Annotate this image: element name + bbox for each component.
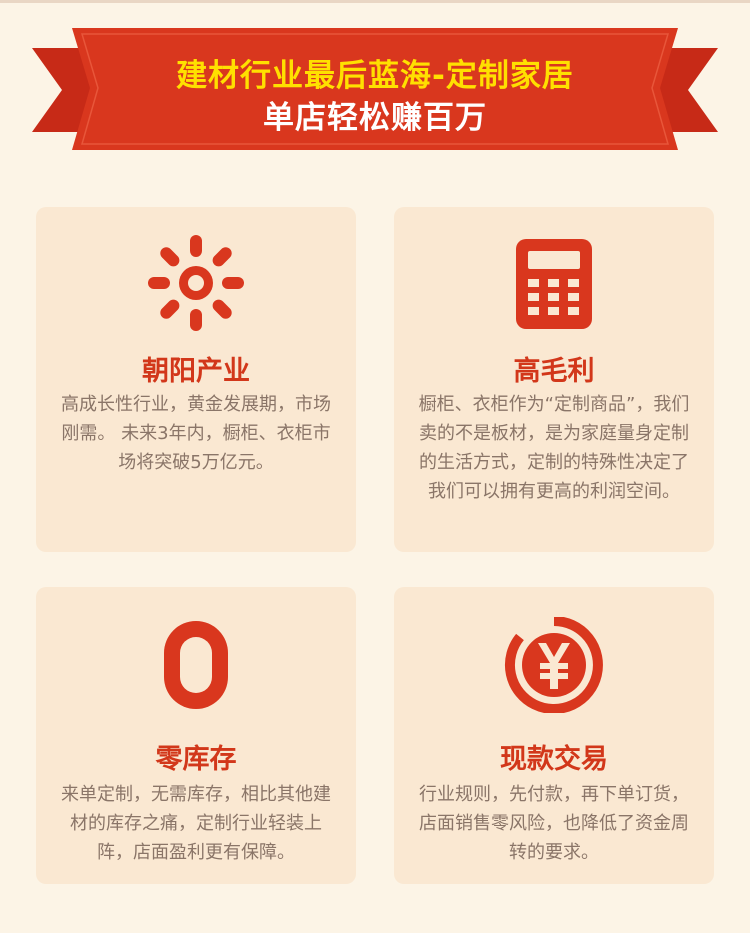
card-description: 来单定制，无需库存，相比其他建材的库存之痛，定制行业轻装上阵，店面盈利更有保障。 — [61, 784, 331, 863]
card-title: 朝阳产业 — [142, 356, 250, 387]
card-title: 现款交易 — [500, 744, 608, 775]
feature-card-margin: 高毛利 橱柜、衣柜作为“定制商品”，我们卖的不是板材，是为家庭量身定制的生活方式… — [394, 207, 714, 552]
feature-card-sunrise: 朝阳产业 高成长性行业，黄金发展期，市场刚需。 未来3年内，橱柜、衣柜市场将突破… — [36, 207, 356, 552]
banner-subtitle: 单店轻松赚百万 — [263, 100, 487, 136]
header-banner: 建材行业最后蓝海-定制家居 单店轻松赚百万 — [0, 20, 750, 160]
card-description: 行业规则，先付款，再下单订货，店面销售零风险，也降低了资金周转的要求。 — [419, 784, 689, 863]
sun-icon — [36, 235, 356, 331]
zero-icon — [36, 617, 356, 713]
top-divider — [0, 0, 750, 3]
calculator-icon — [394, 235, 714, 331]
card-title: 高毛利 — [513, 356, 595, 387]
feature-card-cash: 现款交易 行业规则，先付款，再下单订货，店面销售零风险，也降低了资金周转的要求。 — [394, 587, 714, 884]
card-title: 零库存 — [155, 744, 237, 775]
card-description: 高成长性行业，黄金发展期，市场刚需。 未来3年内，橱柜、衣柜市场将突破5万亿元。 — [61, 394, 331, 473]
feature-card-inventory: 零库存 来单定制，无需库存，相比其他建材的库存之痛，定制行业轻装上阵，店面盈利更… — [36, 587, 356, 884]
yen-coin-icon — [394, 616, 714, 714]
banner-title: 建材行业最后蓝海-定制家居 — [176, 58, 574, 94]
card-description: 橱柜、衣柜作为“定制商品”，我们卖的不是板材，是为家庭量身定制的生活方式，定制的… — [418, 394, 690, 502]
